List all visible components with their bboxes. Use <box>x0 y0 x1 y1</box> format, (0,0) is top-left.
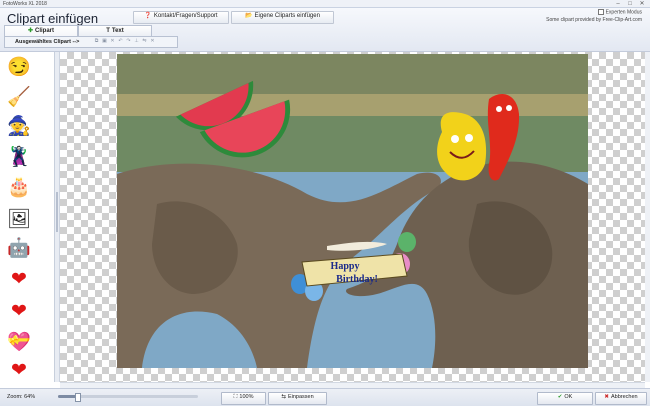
zoom-100-label: 100% <box>239 394 254 400</box>
undo-icon[interactable]: ↶ <box>118 39 123 44</box>
clipart-heart-gift[interactable]: 💝 <box>4 329 34 357</box>
clipart-heart-red-2[interactable]: ❤ <box>4 298 34 326</box>
text-icon: T <box>106 28 110 34</box>
cancel-icon: ✖ <box>604 394 609 400</box>
clipart-robot[interactable]: 🤖 <box>4 235 34 263</box>
own-cliparts-label: Eigene Cliparts einfügen <box>254 13 320 19</box>
pepper-eye-right <box>465 134 473 142</box>
clipart-witch-black[interactable]: 🦹 <box>4 144 34 172</box>
dialog-footer: Zoom: 64% ⛶ 100% ⇆ Einpassen ✔ OK ✖ Abbreche… <box>0 388 650 406</box>
pin-icon[interactable]: ⊥ <box>134 39 139 44</box>
zoom-100-button[interactable]: ⛶ 100% <box>221 392 266 405</box>
selected-clipart-label: Ausgewähltes Clipart --> <box>15 39 80 45</box>
close-window-button[interactable]: ✕ <box>636 0 648 8</box>
window-title: FotoWorks XL 2018 <box>3 1 47 7</box>
fit-button[interactable]: ⇆ Einpassen <box>268 392 327 405</box>
photo-scene: Happy Birthday! <box>117 54 588 368</box>
check-icon: ✔ <box>557 394 563 400</box>
delete-icon[interactable]: ✕ <box>110 39 115 44</box>
ok-button[interactable]: ✔ OK <box>537 392 593 405</box>
window-titlebar: FotoWorks XL 2018 – □ ✕ <box>0 0 650 8</box>
tab-clipart-label: Clipart <box>35 28 55 34</box>
folder-icon: 📂 <box>245 13 253 19</box>
cancel-label: Abbrechen <box>611 394 638 400</box>
copy-icon[interactable]: ⧉ <box>94 39 99 44</box>
clipart-witch-broom[interactable]: 🧹 <box>4 84 34 112</box>
clipart-smiley-hat[interactable]: 😏 <box>4 54 34 82</box>
own-cliparts-button[interactable]: 📂 Eigene Cliparts einfügen <box>231 11 334 24</box>
pepper-eye-left <box>451 135 459 143</box>
cancel-button[interactable]: ✖ Abbrechen <box>595 392 647 405</box>
clipart-witch-purple[interactable]: 🧙 <box>4 113 34 141</box>
paste-icon[interactable]: ▣ <box>102 39 107 44</box>
mirror-icon[interactable]: ⇋ <box>142 39 147 44</box>
banner-text-line1: Happy <box>331 261 360 272</box>
editing-canvas[interactable]: Happy Birthday! <box>60 52 645 382</box>
close-icon[interactable]: ✕ <box>150 39 155 44</box>
fit-icon: ⇆ <box>281 394 286 400</box>
zoom-slider[interactable] <box>58 393 198 402</box>
clipart-heart-red[interactable]: ❤ <box>4 266 34 294</box>
expert-mode-label: Experten Modus <box>605 9 642 16</box>
expert-mode-checkbox[interactable] <box>597 9 604 15</box>
clipart-gallery: 😏 🧹 🧙 🦹 🎂 🖼 🤖 ❤ ❤ 💝 ❤ <box>0 52 55 382</box>
clipart-heart-small[interactable]: ❤ <box>4 357 34 382</box>
clipart-toolbar: Ausgewähltes Clipart --> ⧉ ▣ ✕ ↶ ↷ ⊥ ⇋ ✕ <box>4 36 178 48</box>
contact-support-button[interactable]: ❓ Kontakt/Fragen/Support <box>133 11 229 24</box>
redo-icon[interactable]: ↷ <box>126 39 131 44</box>
ok-label: OK <box>564 394 573 400</box>
contact-support-label: Kontakt/Fragen/Support <box>153 13 218 19</box>
help-icon: ❓ <box>144 13 152 19</box>
red-pepper-eye-left <box>496 106 502 112</box>
clipart-credit: Some clipart provided by Free-Clip-Art.c… <box>546 17 642 23</box>
maximize-button[interactable]: □ <box>624 0 636 8</box>
fullsize-icon: ⛶ <box>233 394 238 400</box>
expert-mode-toggle[interactable]: Experten Modus <box>597 9 642 16</box>
splitter-grip[interactable] <box>56 192 58 232</box>
clipart-photo-frame[interactable]: 🖼 <box>4 206 34 234</box>
plus-icon: ✚ <box>27 28 33 34</box>
clipart-birthday-cake[interactable]: 🎂 <box>4 174 34 202</box>
zoom-slider-knob[interactable] <box>74 393 81 402</box>
tab-text-label: Text <box>111 28 124 34</box>
banner-text-line2: Birthday! <box>336 274 378 285</box>
vertical-scrollbar[interactable] <box>645 52 650 382</box>
minimize-button[interactable]: – <box>612 0 624 8</box>
photo-elephants: Happy Birthday! <box>117 54 588 368</box>
red-pepper-eye-right <box>506 105 512 111</box>
balloon-green <box>398 232 416 252</box>
dialog-header: Clipart einfügen ❓ Kontakt/Fragen/Support… <box>0 8 650 52</box>
fit-label: Einpassen <box>287 394 314 400</box>
zoom-label: Zoom: 64% <box>7 394 36 400</box>
